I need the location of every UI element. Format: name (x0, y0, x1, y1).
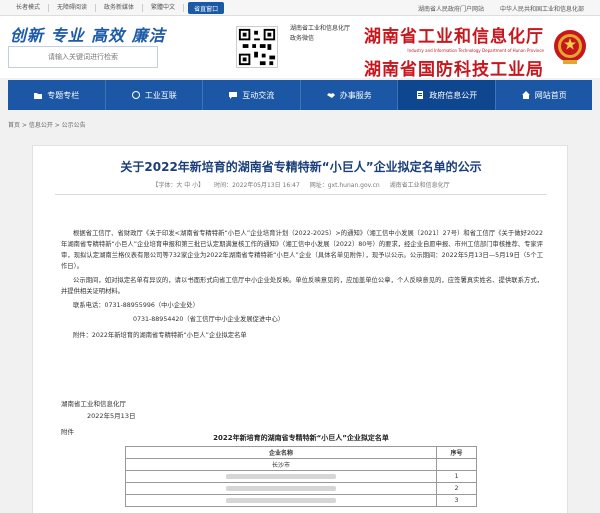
nav-item-interaction[interactable]: 互动交流 (202, 80, 300, 110)
site-header: 创新 专业 高效 廉洁 请输入关键词进行检索 湖南省工业和信息化厅 政务微信 湖… (0, 16, 600, 80)
article-paragraph: 0731-88954420（省工信厅中小企业发展促进中心） (133, 316, 285, 323)
qr-label: 湖南省工业和信息化厅 政务微信 (290, 25, 351, 42)
org-name-secondary: 湖南省国防科技工业局 (364, 60, 544, 80)
document-icon (417, 91, 424, 99)
article-paragraph: 联系电话：0731-88955996（中小企业处） (73, 302, 199, 309)
col-company: 企业名称 (125, 446, 437, 459)
link-home-lang[interactable]: 长者模式 (8, 4, 50, 12)
title-divider (55, 194, 547, 195)
network-icon (131, 91, 140, 99)
link-miit[interactable]: 中华人民共和国工业和信息化部 (492, 4, 592, 13)
national-emblem-icon (554, 30, 586, 64)
site-slogan: 创新 专业 高效 廉洁 (10, 26, 166, 45)
list-title: 2022年新培育的湖南省专精特新“小巨人”企业拟定名单 (213, 434, 389, 442)
link-hunan-gov[interactable]: 湖南省人民政府门户网站 (410, 4, 492, 13)
article-font-size-control[interactable]: 【字体：大 中 小】 (152, 182, 204, 189)
company-name-redacted (125, 470, 437, 483)
handshake-icon (326, 93, 335, 98)
table-row: 3 (125, 494, 477, 507)
nav-label: 互动交流 (242, 90, 275, 100)
home-icon (521, 91, 530, 99)
table-header-row: 企业名称 序号 (125, 446, 477, 459)
nav-label: 工业互联 (144, 90, 177, 100)
org-name-english: Industry and Information Technology Depa… (407, 48, 544, 53)
search-input[interactable]: 请输入关键词进行检索 (8, 46, 158, 68)
signature-block: 湖南省工业和信息化厅 2022年5月13日 (61, 398, 135, 422)
nav-item-home[interactable]: 网站首页 (494, 80, 593, 110)
nav-label: 办事服务 (339, 90, 372, 100)
chat-icon (229, 92, 238, 99)
table-row: 2 (125, 482, 477, 495)
row-index: 1 (436, 470, 477, 483)
attachment-link[interactable]: 附件：2022年新培育的湖南省专精特新“小巨人”企业拟定名单 (61, 330, 543, 341)
article-panel: 关于2022年新培育的湖南省专精特新“小巨人”企业拟定名单的公示 【字体：大 中… (32, 145, 568, 513)
article-paragraph: 公示期间，如对拟定名单有异议的，请以书面形式向省工信厅中小企业处反映。单位反映意… (61, 277, 543, 295)
company-table: 企业名称 序号 长沙市 1 2 3 (125, 446, 477, 507)
article-site: 网址：gxt.hunan.gov.cn (309, 182, 380, 189)
table-row: 1 (125, 470, 477, 483)
link-traditional-chinese[interactable]: 繁體中文 (143, 4, 185, 12)
nav-item-special[interactable]: 专题专栏 (8, 80, 105, 110)
breadcrumb[interactable]: 首页 > 信息公开 > 公示公告 (8, 120, 86, 129)
top-links-bar: 长者模式 无障碍阅读 政务新媒体 繁體中文 省直窗口 湖南省人民政府门户网站 中… (0, 0, 600, 16)
article-meta: 【字体：大 中 小】 时间：2022年05月13日 16:47 网址：gxt.h… (33, 180, 569, 189)
nav-label: 政府信息公开 (429, 90, 478, 100)
article-source: 湖南省工业和信息化厅 (389, 182, 450, 189)
nav-item-industry-net[interactable]: 工业互联 (104, 80, 203, 110)
folder-icon (34, 93, 43, 99)
signature-org: 湖南省工业和信息化厅 (61, 400, 126, 408)
nav-item-services[interactable]: 办事服务 (299, 80, 398, 110)
nav-item-info-disclosure[interactable]: 政府信息公开 (397, 80, 495, 110)
org-name-block: 湖南省工业和信息化厅 Industry and Information Tech… (364, 22, 544, 80)
company-name-redacted (125, 494, 437, 507)
top-links-right: 湖南省人民政府门户网站 中华人民共和国工业和信息化部 (410, 0, 592, 16)
group-index (436, 458, 477, 471)
company-name-redacted (125, 482, 437, 495)
provincial-window-button[interactable]: 省直窗口 (188, 2, 225, 14)
group-city: 长沙市 (125, 458, 437, 471)
main-nav: 专题专栏 工业互联 互动交流 办事服务 政府信息公开 网站首页 (8, 80, 592, 110)
link-barrier-free[interactable]: 无障碍阅读 (49, 4, 97, 12)
article-paragraph: 根据省工信厅、省财政厅《关于印发<湖南省专精特新“小巨人”企业培育计划（2022… (61, 230, 543, 270)
article-body: 根据省工信厅、省财政厅《关于印发<湖南省专精特新“小巨人”企业培育计划（2022… (61, 228, 543, 344)
top-links-left: 长者模式 无障碍阅读 政务新媒体 繁體中文 省直窗口 (8, 0, 225, 16)
article-time: 时间：2022年05月13日 16:47 (214, 182, 300, 189)
link-new-media[interactable]: 政务新媒体 (96, 4, 144, 12)
nav-label: 网站首页 (534, 90, 567, 100)
qr-code-icon (236, 26, 278, 68)
table-group-row: 长沙市 (125, 458, 477, 471)
article-title: 关于2022年新培育的湖南省专精特新“小巨人”企业拟定名单的公示 (120, 160, 482, 174)
nav-label: 专题专栏 (47, 90, 80, 100)
col-index: 序号 (436, 446, 477, 459)
row-index: 2 (436, 482, 477, 495)
signature-date: 2022年5月13日 (87, 412, 136, 420)
org-name-primary: 湖南省工业和信息化厅 (364, 27, 544, 47)
row-index: 3 (436, 494, 477, 507)
